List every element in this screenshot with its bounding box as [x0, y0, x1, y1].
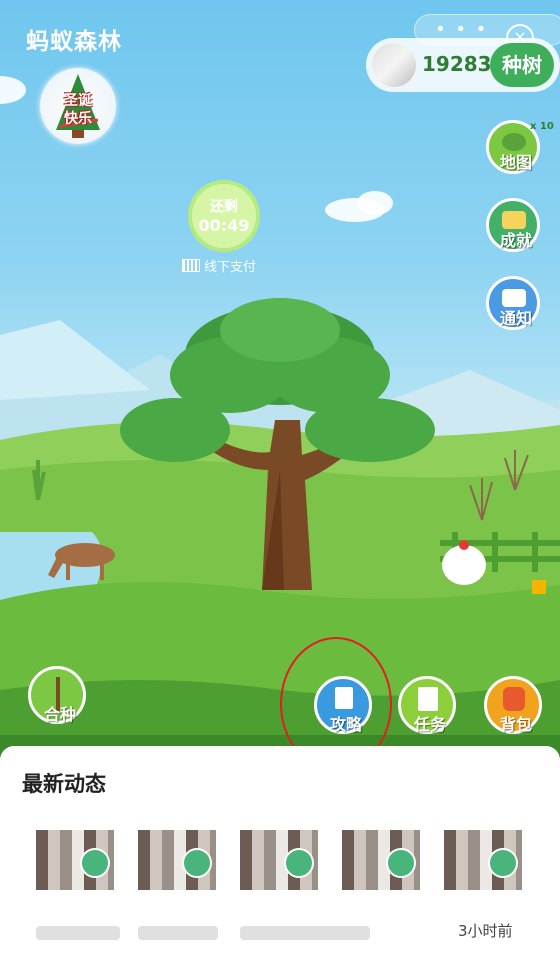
backpack-icon	[503, 687, 525, 711]
friend-card[interactable]	[22, 818, 114, 892]
energy-dot	[182, 848, 212, 878]
task-label: 任务	[413, 715, 446, 734]
clipboard-icon	[418, 687, 438, 711]
feed-time: 3小时前	[458, 922, 513, 940]
blurred-feed-text	[36, 926, 120, 940]
timer-value: 00:49	[198, 216, 250, 235]
map-label: 地图	[499, 153, 532, 172]
blurred-feed-text	[138, 926, 218, 940]
energy-bar: 19283g 种树	[366, 38, 560, 92]
energy-dot	[80, 848, 110, 878]
energy-dot	[488, 848, 518, 878]
app-title: 蚂蚁森林	[26, 29, 122, 55]
backpack-button[interactable]: 背包	[484, 676, 542, 734]
timer-label: 还剩	[210, 199, 238, 215]
avatar[interactable]	[372, 43, 416, 87]
friend-card[interactable]	[124, 818, 216, 892]
achievement-label: 成就	[499, 231, 532, 250]
plant-tree-button[interactable]: 种树	[490, 43, 554, 87]
feed-panel: 最新动态 3小时前	[0, 746, 560, 962]
energy-dot	[284, 848, 314, 878]
barcode-icon	[182, 259, 200, 272]
ellipsis-icon: • • •	[435, 19, 489, 40]
map-count-badge: x 10	[530, 121, 554, 132]
cooperate-label: 合种	[43, 705, 76, 724]
energy-dot	[386, 848, 416, 878]
friend-card[interactable]	[226, 818, 318, 892]
notification-button[interactable]: 通知	[486, 276, 540, 330]
feed-title: 最新动态	[22, 772, 106, 796]
forest-scene: 蚂蚁森林 • • • × 19283g 种树 圣诞 快乐 还剩 00:49 线下…	[0, 0, 560, 760]
achievement-button[interactable]: 成就	[486, 198, 540, 252]
blurred-feed-text	[240, 926, 370, 940]
friend-card[interactable]	[430, 818, 540, 892]
christmas-text: 圣诞 快乐	[64, 93, 92, 127]
backpack-label: 背包	[499, 715, 532, 734]
friend-card[interactable]	[328, 818, 420, 892]
cooperate-plant-button[interactable]: 合种	[28, 666, 86, 724]
offline-pay-label: 线下支付	[182, 256, 256, 275]
task-button[interactable]: 任务	[398, 676, 456, 734]
annotation-circle	[280, 637, 392, 760]
energy-timer[interactable]: 还剩 00:49	[188, 180, 260, 252]
christmas-badge[interactable]: 圣诞 快乐	[40, 68, 116, 144]
notification-label: 通知	[499, 309, 532, 328]
